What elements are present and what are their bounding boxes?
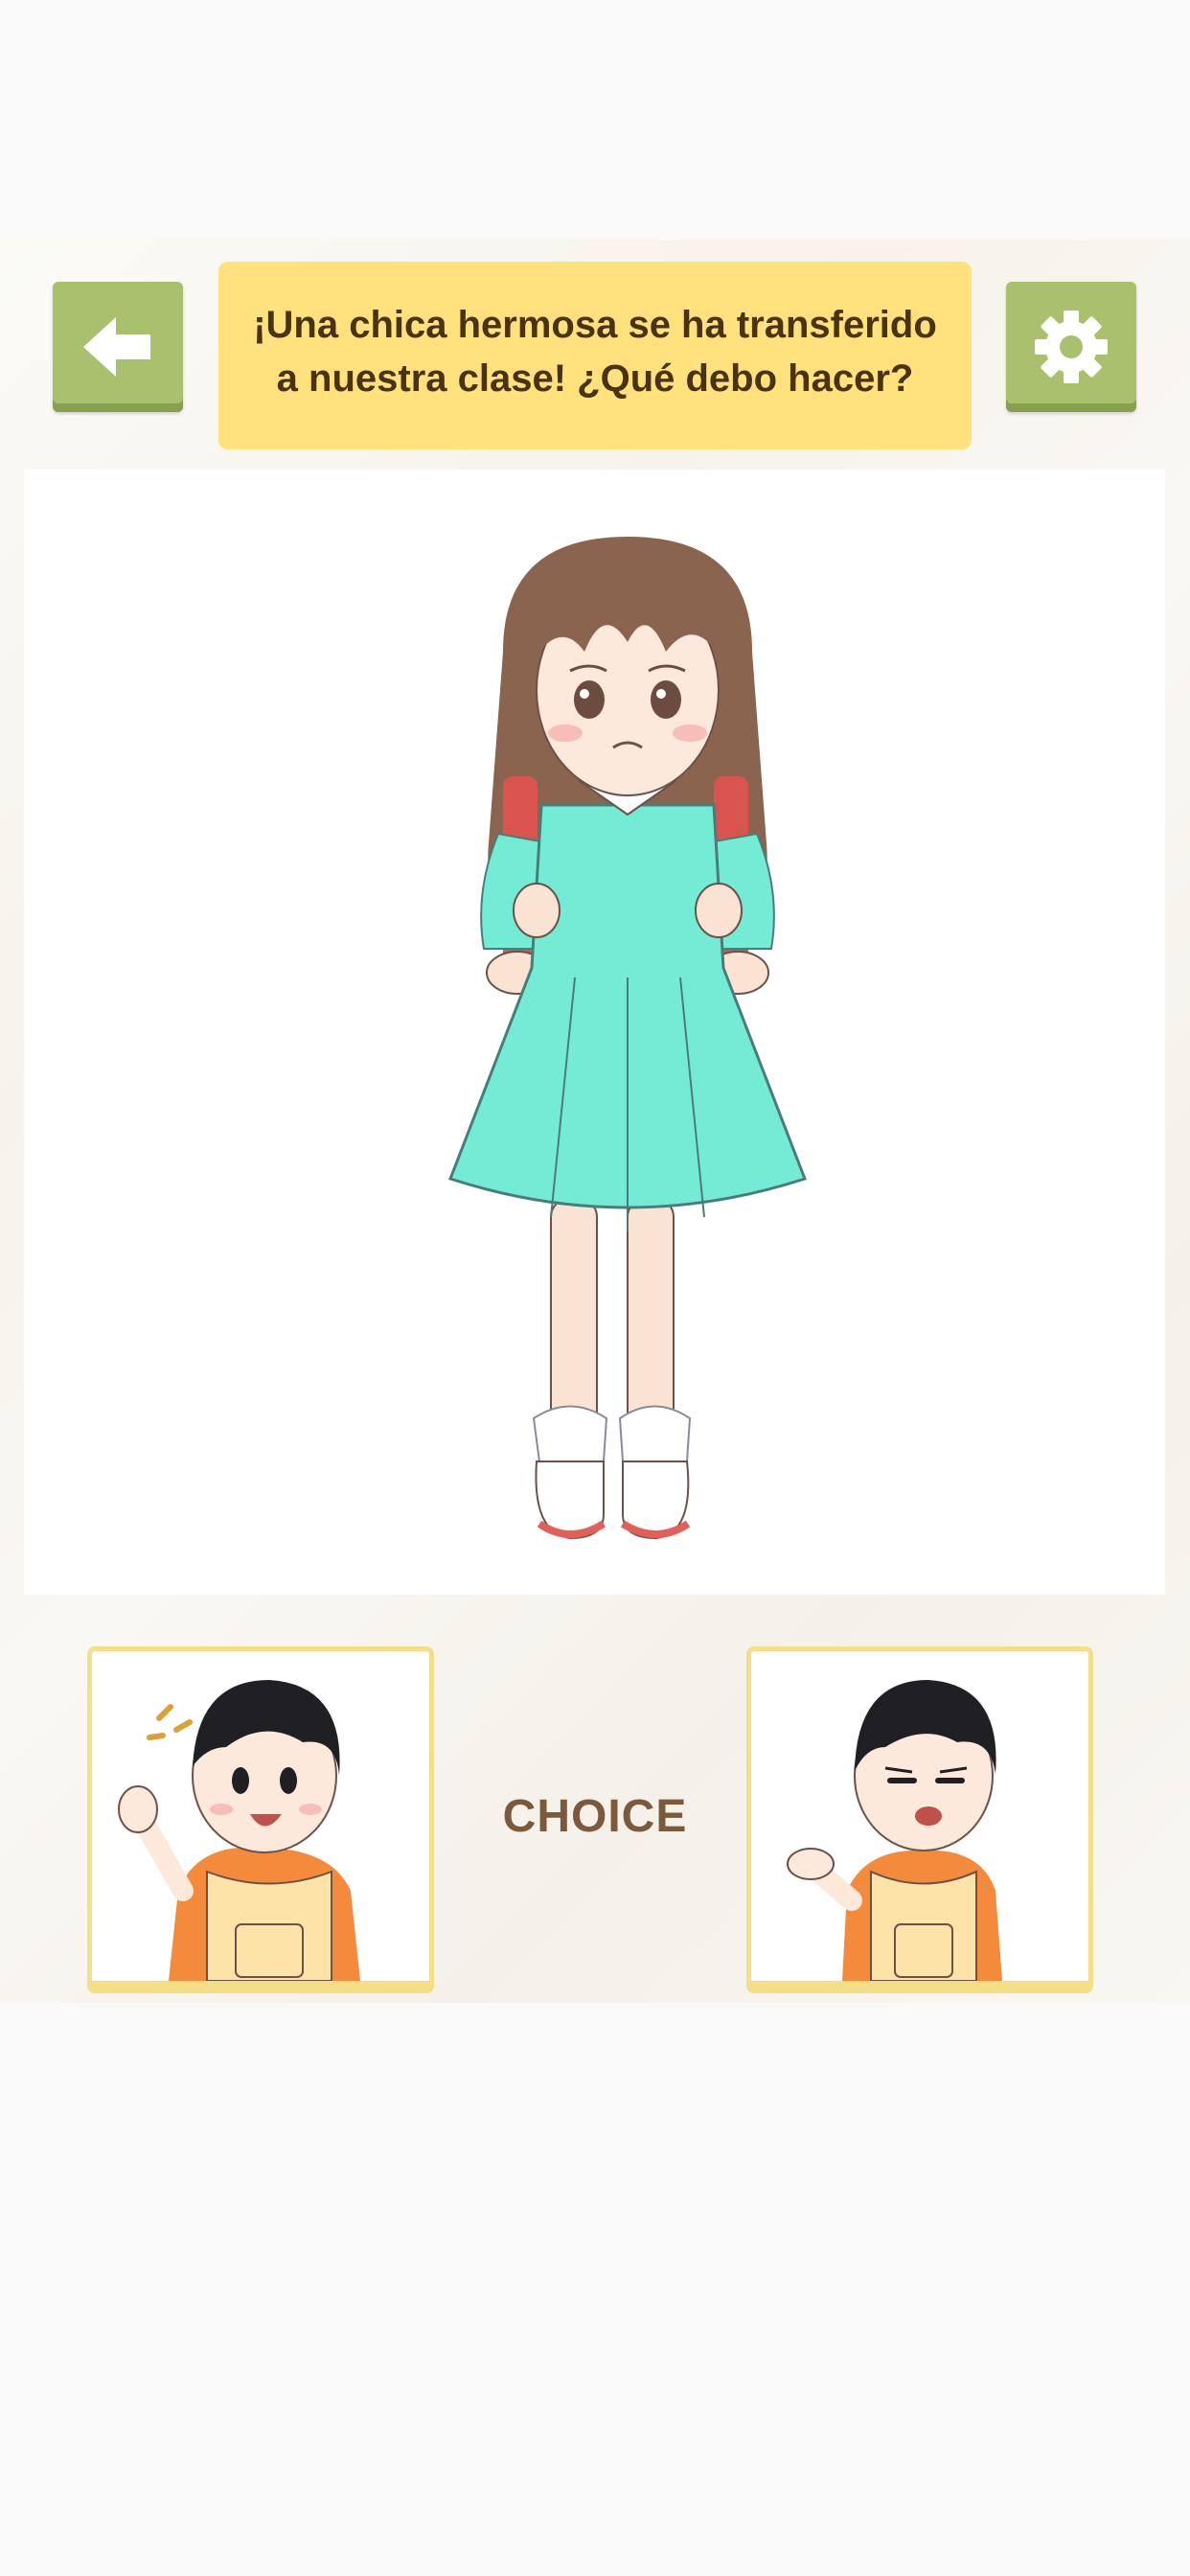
gear-icon xyxy=(1035,310,1108,383)
scene-panel xyxy=(24,470,1165,1595)
question-text: ¡Una chica hermosa se ha transferido a n… xyxy=(253,304,937,400)
question-banner: ¡Una chica hermosa se ha transferido a n… xyxy=(218,262,972,449)
shy-girl-illustration xyxy=(448,537,807,1540)
settings-button[interactable] xyxy=(1006,282,1136,412)
arrow-left-icon xyxy=(83,317,150,377)
choice-label: CHOICE xyxy=(502,1791,688,1842)
boy-waving-happy-illustration xyxy=(118,1680,360,1981)
choice-left-card[interactable] xyxy=(87,1646,434,1993)
choice-right-card[interactable] xyxy=(746,1646,1093,1993)
boy-shrugging-illustration xyxy=(787,1680,1002,1981)
back-button[interactable] xyxy=(53,282,183,412)
